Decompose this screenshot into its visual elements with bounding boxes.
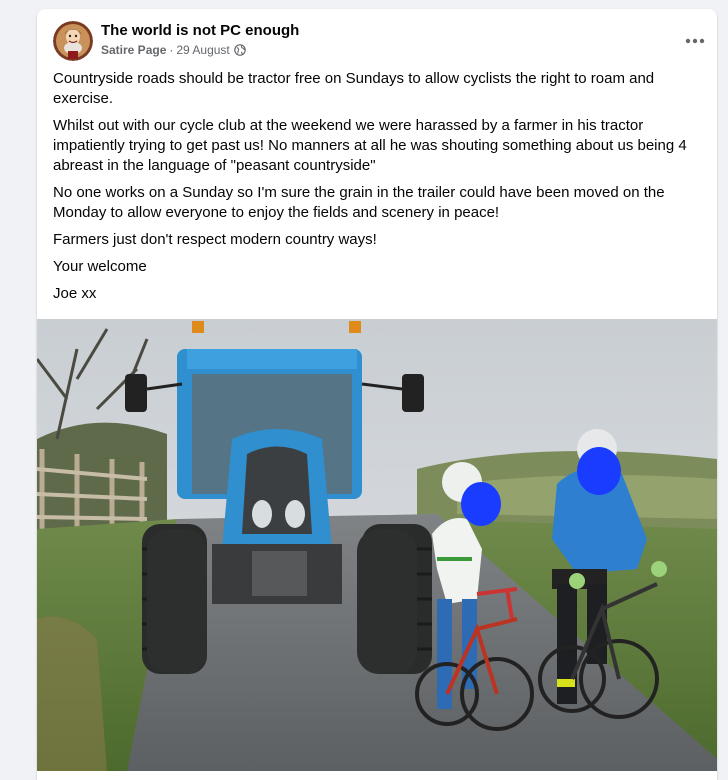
- post-date[interactable]: 29 August: [176, 43, 229, 57]
- page-avatar[interactable]: [53, 21, 93, 61]
- globe-icon[interactable]: [233, 44, 246, 56]
- post-paragraph: Your welcome: [53, 258, 147, 275]
- post-paragraph: Whilst out with our cycle club at the we…: [53, 117, 687, 174]
- meta-separator: ·: [169, 43, 174, 57]
- post-text: Countryside roads should be tractor free…: [53, 69, 703, 311]
- satire-page-badge[interactable]: Satire Page: [101, 43, 166, 57]
- facebook-post: The world is not PC enough Satire Page ·…: [37, 9, 717, 780]
- post-paragraph: Joe xx: [53, 285, 97, 302]
- post-paragraph: Farmers just don't respect modern countr…: [53, 231, 377, 248]
- post-meta: Satire Page · 29 August: [101, 43, 246, 57]
- post-header: The world is not PC enough Satire Page ·…: [53, 21, 705, 61]
- post-photo[interactable]: [37, 319, 717, 771]
- post-paragraph: No one works on a Sunday so I'm sure the…: [53, 184, 665, 221]
- post-paragraph: Countryside roads should be tractor free…: [53, 70, 655, 107]
- more-options-icon[interactable]: [677, 29, 713, 53]
- page-name[interactable]: The world is not PC enough: [101, 22, 299, 39]
